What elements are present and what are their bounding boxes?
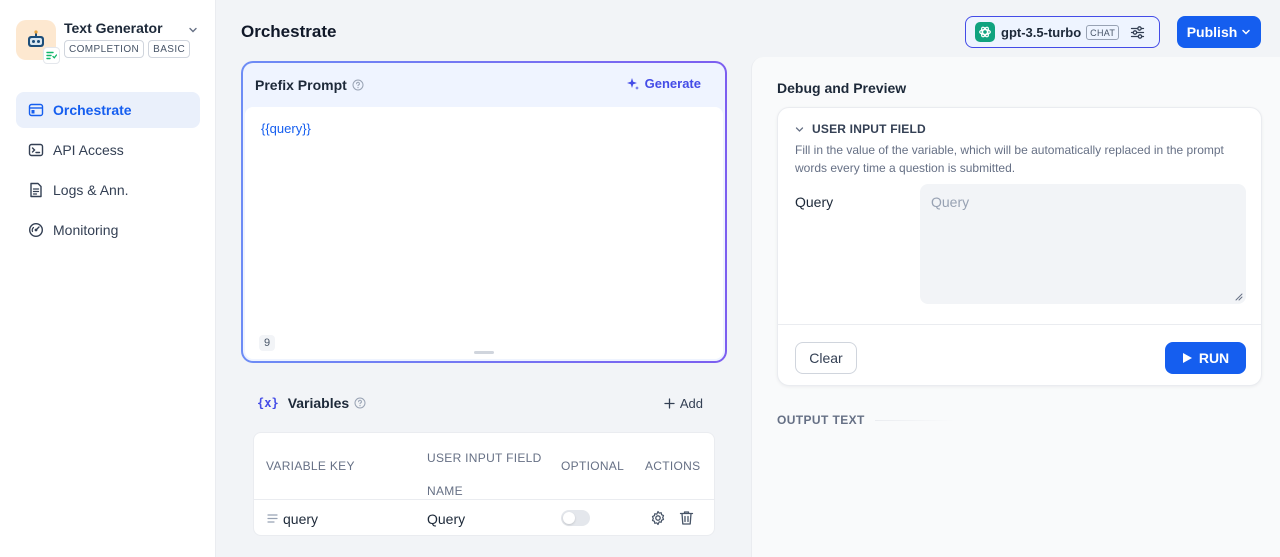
query-placeholder: Query xyxy=(931,194,970,210)
terminal-icon xyxy=(28,143,44,157)
sidebar-item-label: API Access xyxy=(53,142,124,158)
divider xyxy=(874,419,955,421)
char-count: 9 xyxy=(259,335,276,351)
column-header: ACTIONS xyxy=(645,459,701,473)
optional-toggle[interactable] xyxy=(561,510,590,526)
app-mode-tag: COMPLETION xyxy=(64,40,145,58)
query-label: Query xyxy=(795,194,834,210)
model-name: gpt-3.5-turbo xyxy=(1001,24,1082,40)
generate-button[interactable]: Generate xyxy=(626,76,701,91)
chevron-down-icon xyxy=(795,126,804,132)
clear-button[interactable]: Clear xyxy=(795,342,857,374)
column-header: OPTIONAL xyxy=(561,459,625,473)
resize-corner-icon[interactable] xyxy=(1235,293,1243,301)
openai-icon xyxy=(975,22,995,42)
completion-badge-icon xyxy=(43,47,60,64)
gear-icon[interactable] xyxy=(650,510,666,526)
prompt-text[interactable]: {{query}} xyxy=(261,121,311,136)
sidebar-item-label: Orchestrate xyxy=(53,102,132,118)
sparkle-icon xyxy=(626,77,639,90)
orchestrate-icon xyxy=(28,103,44,117)
variable-key[interactable]: query xyxy=(283,511,318,527)
sidebar-item-api-access[interactable]: API Access xyxy=(16,132,200,168)
app-header[interactable]: Text Generator COMPLETION BASIC xyxy=(16,20,197,64)
run-label: RUN xyxy=(1198,350,1230,366)
debug-preview-panel: Debug and Preview USER INPUT FIELD Fill … xyxy=(751,57,1280,557)
sidebar: Text Generator COMPLETION BASIC Orchestr… xyxy=(0,0,216,557)
resize-handle[interactable] xyxy=(474,351,494,354)
text-type-icon xyxy=(267,514,278,523)
prefix-prompt-card: Prefix Prompt Generate {{query}} 9 xyxy=(241,61,727,363)
add-label: Add xyxy=(679,396,703,411)
app-avatar xyxy=(16,20,60,64)
help-icon[interactable] xyxy=(354,397,366,409)
sidebar-item-label: Monitoring xyxy=(53,222,119,238)
publish-label: Publish xyxy=(1186,24,1238,40)
plus-icon xyxy=(664,398,675,409)
user-input-title: USER INPUT FIELD xyxy=(812,122,926,136)
play-icon xyxy=(1182,353,1192,363)
sliders-icon[interactable] xyxy=(1130,25,1145,40)
query-input[interactable]: Query xyxy=(920,184,1246,304)
app-name: Text Generator xyxy=(64,20,163,36)
sidebar-item-label: Logs & Ann. xyxy=(53,182,129,198)
output-text-label: OUTPUT TEXT xyxy=(777,413,865,427)
model-selector-button[interactable]: gpt-3.5-turbo CHAT xyxy=(965,16,1160,48)
add-variable-button[interactable]: Add xyxy=(664,396,703,411)
column-header: VARIABLE KEY xyxy=(266,459,355,473)
variable-icon: {x} xyxy=(257,396,279,410)
user-input-toggle[interactable]: USER INPUT FIELD xyxy=(795,122,926,136)
debug-title: Debug and Preview xyxy=(777,80,907,96)
trash-icon[interactable] xyxy=(679,510,694,526)
variables-title: Variables xyxy=(287,395,350,411)
user-input-card: USER INPUT FIELD Fill in the value of th… xyxy=(777,107,1262,386)
page-title: Orchestrate xyxy=(241,22,337,41)
app-type-tag: BASIC xyxy=(148,40,191,58)
prefix-prompt-title: Prefix Prompt xyxy=(255,77,347,93)
run-button[interactable]: RUN xyxy=(1165,342,1246,374)
variables-table: VARIABLE KEY USER INPUT FIELD NAME OPTIO… xyxy=(253,432,715,536)
sidebar-item-logs[interactable]: Logs & Ann. xyxy=(16,172,200,208)
clear-label: Clear xyxy=(809,350,843,366)
help-icon[interactable] xyxy=(352,79,364,91)
generate-label: Generate xyxy=(644,76,701,91)
sidebar-item-monitoring[interactable]: Monitoring xyxy=(16,212,200,248)
variables-card: {x} Variables Add VARIABLE KEY USER INPU… xyxy=(241,379,727,547)
user-input-description: Fill in the value of the variable, which… xyxy=(795,143,1224,175)
variable-name[interactable]: Query xyxy=(427,511,465,527)
prompt-editor[interactable]: {{query}} 9 xyxy=(245,107,723,359)
logs-icon xyxy=(30,182,42,198)
publish-button[interactable]: Publish xyxy=(1177,16,1261,48)
model-mode-badge: CHAT xyxy=(1086,24,1120,40)
sidebar-nav: Orchestrate API Access Logs & Ann. Monit… xyxy=(16,92,200,252)
chevron-down-icon[interactable] xyxy=(188,25,198,35)
monitoring-icon xyxy=(28,222,44,238)
chevron-down-icon xyxy=(1242,29,1251,35)
sidebar-item-orchestrate[interactable]: Orchestrate xyxy=(16,92,200,128)
